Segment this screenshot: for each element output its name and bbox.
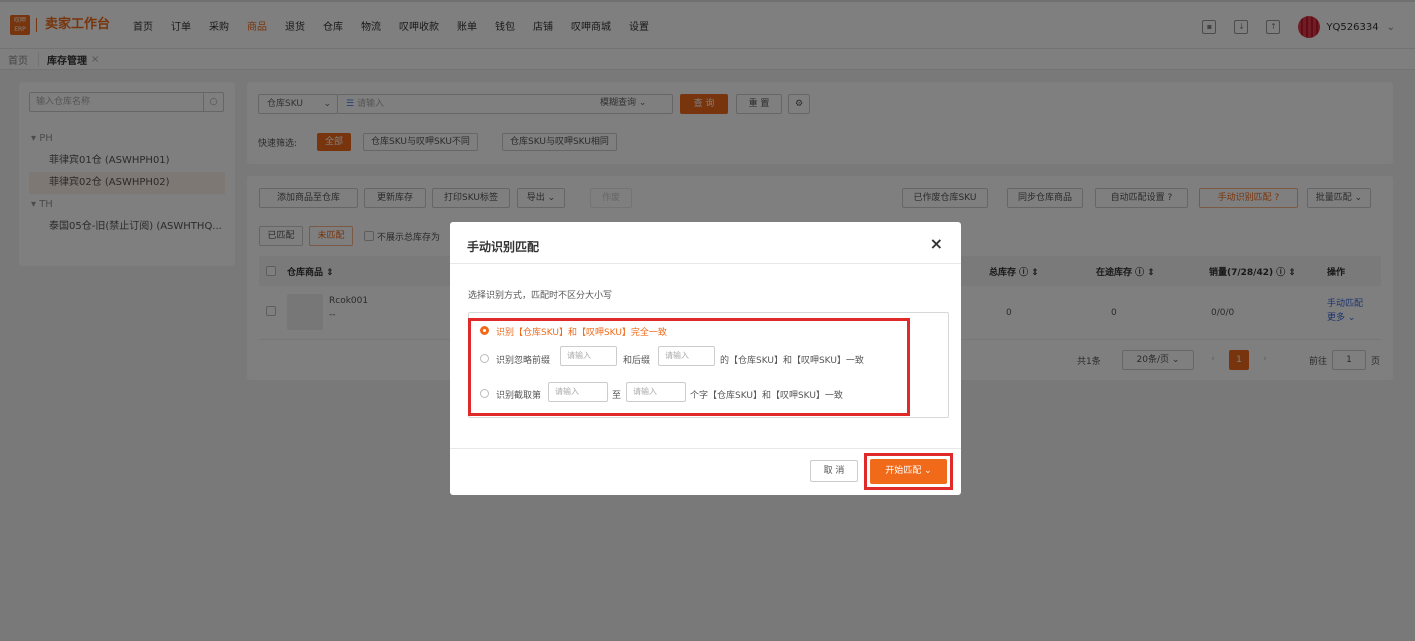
cancel-button[interactable]: 取 消	[810, 460, 858, 482]
radio-exact-match[interactable]	[480, 326, 489, 335]
substring-end-input[interactable]: 请输入	[626, 382, 686, 402]
substring-start-input[interactable]: 请输入	[548, 382, 608, 402]
close-icon[interactable]: ×	[930, 234, 943, 253]
option-ignore-affix-tail: 的【仓库SKU】和【叹呷SKU】一致	[720, 356, 864, 366]
radio-substring[interactable]	[480, 389, 489, 398]
dialog-title: 手动识别匹配	[467, 240, 540, 254]
option-suffix-label: 和后缀	[623, 356, 651, 366]
option-substring-tail: 个字【仓库SKU】和【叹呷SKU】一致	[690, 391, 843, 401]
start-match-button[interactable]: 开始匹配 ⌄	[870, 459, 947, 484]
radio-ignore-affix[interactable]	[480, 354, 489, 363]
divider	[450, 263, 961, 264]
prefix-input[interactable]: 请输入	[560, 346, 617, 366]
suffix-input[interactable]: 请输入	[658, 346, 715, 366]
option-exact-match-label[interactable]: 识别【仓库SKU】和【叹呷SKU】完全一致	[496, 325, 667, 338]
dialog-hint: 选择识别方式，匹配时不区分大小写	[468, 291, 613, 301]
option-to-label: 至	[612, 391, 622, 401]
manual-match-dialog: 手动识别匹配 × 选择识别方式，匹配时不区分大小写 识别【仓库SKU】和【叹呷S…	[450, 222, 961, 495]
option-ignore-prefix-label[interactable]: 识别忽略前缀	[496, 353, 550, 366]
divider	[450, 448, 961, 449]
option-substring-label[interactable]: 识别截取第	[496, 388, 541, 401]
